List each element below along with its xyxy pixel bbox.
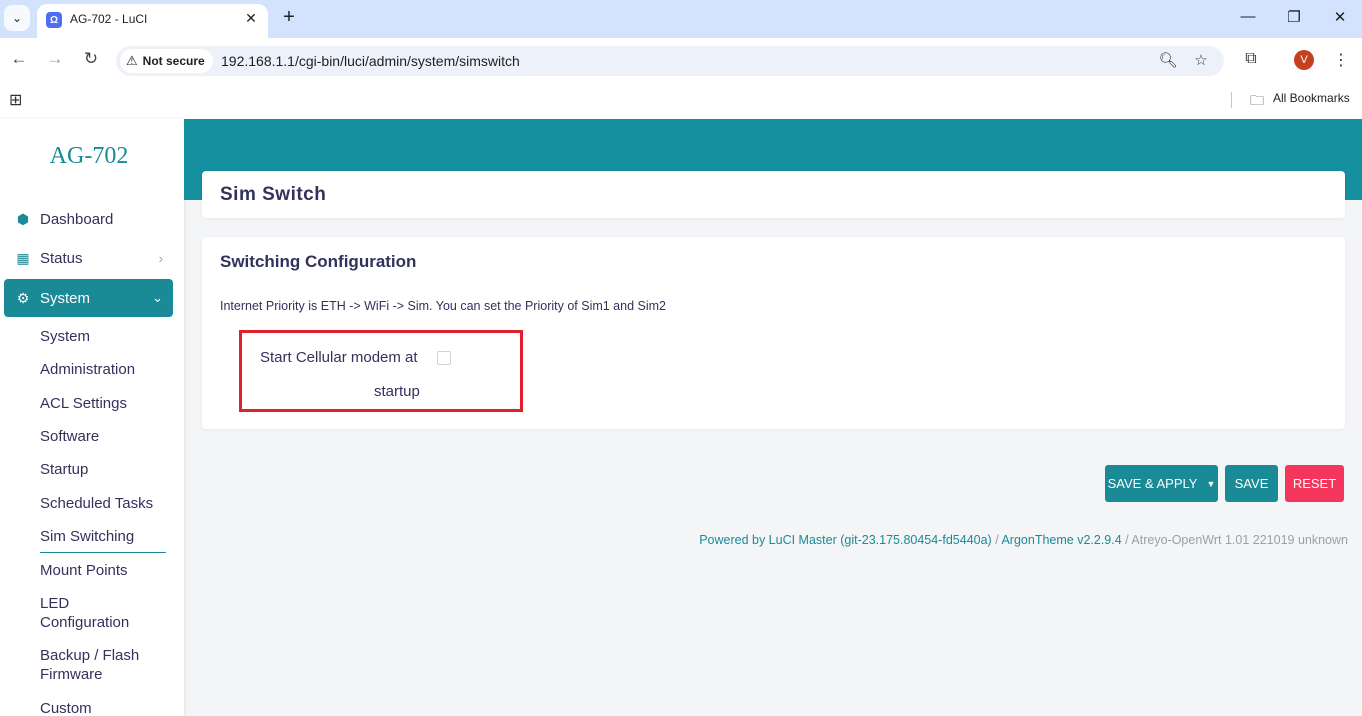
build-info: Atreyo-OpenWrt 1.01 221019 unknown [1131, 533, 1348, 547]
browser-tab[interactable]: Ω AG-702 - LuCI ✕ [37, 4, 268, 38]
security-label: Not secure [142, 54, 205, 68]
sidebar-item-administration[interactable]: Administration [40, 360, 170, 379]
nav-dashboard[interactable]: ⬢ Dashboard [4, 200, 173, 238]
tab-title: AG-702 - LuCI [70, 12, 148, 26]
new-tab-button[interactable]: + [279, 6, 299, 28]
cube-icon: ⬢ [16, 210, 30, 227]
sidebar-item-backup-flash-firmware[interactable]: Backup / Flash Firmware [40, 646, 150, 684]
sidebar-item-startup[interactable]: Startup [40, 460, 170, 479]
footer-separator: / [991, 533, 1002, 547]
luci-favicon-icon: Ω [46, 12, 62, 28]
window-close-icon[interactable]: ✕ [1330, 8, 1350, 26]
sidebar-item-mount-points[interactable]: Mount Points [40, 561, 170, 580]
sidebar-item-custom[interactable]: Custom [40, 699, 170, 716]
save-apply-label: SAVE & APPLY [1107, 476, 1198, 491]
back-icon[interactable]: ← [8, 49, 30, 69]
reset-button[interactable]: RESET [1285, 465, 1344, 502]
nav-label: Status [40, 249, 83, 267]
browser-tab-strip: ⌄ Ω AG-702 - LuCI ✕ + — ❐ ✕ [0, 0, 1362, 38]
extensions-icon[interactable]: ⧉ [1241, 50, 1261, 68]
warning-icon: ⚠ [126, 53, 138, 68]
tab-search-button[interactable]: ⌄ [4, 5, 30, 31]
theme-link[interactable]: ArgonTheme v2.2.9.4 [1001, 533, 1121, 547]
reload-icon[interactable]: ↻ [80, 49, 102, 69]
sidebar-item-system[interactable]: System [40, 327, 170, 346]
browser-toolbar: ← → ↻ ⚠ Not secure 192.168.1.1/cgi-bin/l… [0, 38, 1362, 83]
sidebar: AG-702 ⬢ Dashboard ▦ Status › ⚙ System ⌄… [0, 119, 184, 716]
section-description: Internet Priority is ETH -> WiFi -> Sim.… [220, 299, 666, 313]
bookmarks-separator [1231, 92, 1232, 108]
nav-label: System [40, 289, 91, 307]
site-info-button[interactable]: ⚠ Not secure [120, 49, 213, 73]
all-bookmarks-link[interactable]: All Bookmarks [1273, 91, 1350, 105]
start-modem-label: Start Cellular modem at [260, 349, 418, 366]
sidebar-item-scheduled-tasks[interactable]: Scheduled Tasks [40, 494, 170, 513]
luci-link[interactable]: Powered by LuCI Master (git-23.175.80454… [699, 533, 992, 547]
nav-status[interactable]: ▦ Status › [4, 239, 173, 277]
nav-label: Dashboard [40, 210, 114, 228]
chevron-right-icon: › [158, 250, 163, 266]
folder-icon[interactable]: 🗀 [1250, 90, 1264, 114]
bookmarks-bar: ⊞ 🗀 All Bookmarks [0, 83, 1362, 119]
zoom-icon[interactable]: 🔍︎ [1158, 51, 1178, 69]
nav-system[interactable]: ⚙ System ⌄ [4, 279, 173, 317]
address-bar[interactable]: ⚠ Not secure 192.168.1.1/cgi-bin/luci/ad… [116, 46, 1224, 76]
start-modem-checkbox[interactable] [437, 351, 451, 365]
bookmark-star-icon[interactable]: ☆ [1191, 51, 1211, 69]
start-modem-label-cont: startup [374, 383, 420, 400]
tab-close-icon[interactable]: ✕ [242, 10, 260, 27]
sidebar-item-acl-settings[interactable]: ACL Settings [40, 394, 170, 413]
url-text[interactable]: 192.168.1.1/cgi-bin/luci/admin/system/si… [221, 53, 520, 69]
footer-separator: / [1121, 533, 1132, 547]
page-title: Sim Switch [220, 184, 327, 205]
grid-icon: ▦ [16, 249, 30, 266]
sidebar-item-led-configuration[interactable]: LED Configuration [40, 594, 150, 632]
sidebar-item-software[interactable]: Software [40, 427, 170, 446]
restore-icon[interactable]: ❐ [1284, 8, 1304, 26]
switching-config-card: Switching Configuration Internet Priorit… [202, 237, 1345, 429]
section-title: Switching Configuration [220, 252, 417, 271]
caret-down-icon: ▼ [1206, 478, 1216, 489]
kebab-menu-icon[interactable]: ⋮ [1331, 50, 1351, 70]
profile-avatar[interactable]: V [1294, 50, 1314, 70]
gear-icon: ⚙ [16, 289, 30, 306]
apps-grid-icon[interactable]: ⊞ [9, 90, 22, 110]
footer: Powered by LuCI Master (git-23.175.80454… [699, 533, 1348, 547]
sidebar-item-sim-switching[interactable]: Sim Switching [40, 527, 166, 553]
save-button[interactable]: SAVE [1225, 465, 1278, 502]
minimize-icon[interactable]: — [1238, 8, 1258, 25]
forward-icon[interactable]: → [44, 49, 66, 69]
highlight-box: Start Cellular modem at startup [239, 330, 523, 412]
save-apply-button[interactable]: SAVE & APPLY ▼ [1105, 465, 1218, 502]
chevron-down-icon: ⌄ [152, 290, 163, 305]
brand-logo[interactable]: AG-702 [0, 143, 178, 170]
page-title-card: Sim Switch [202, 171, 1345, 218]
